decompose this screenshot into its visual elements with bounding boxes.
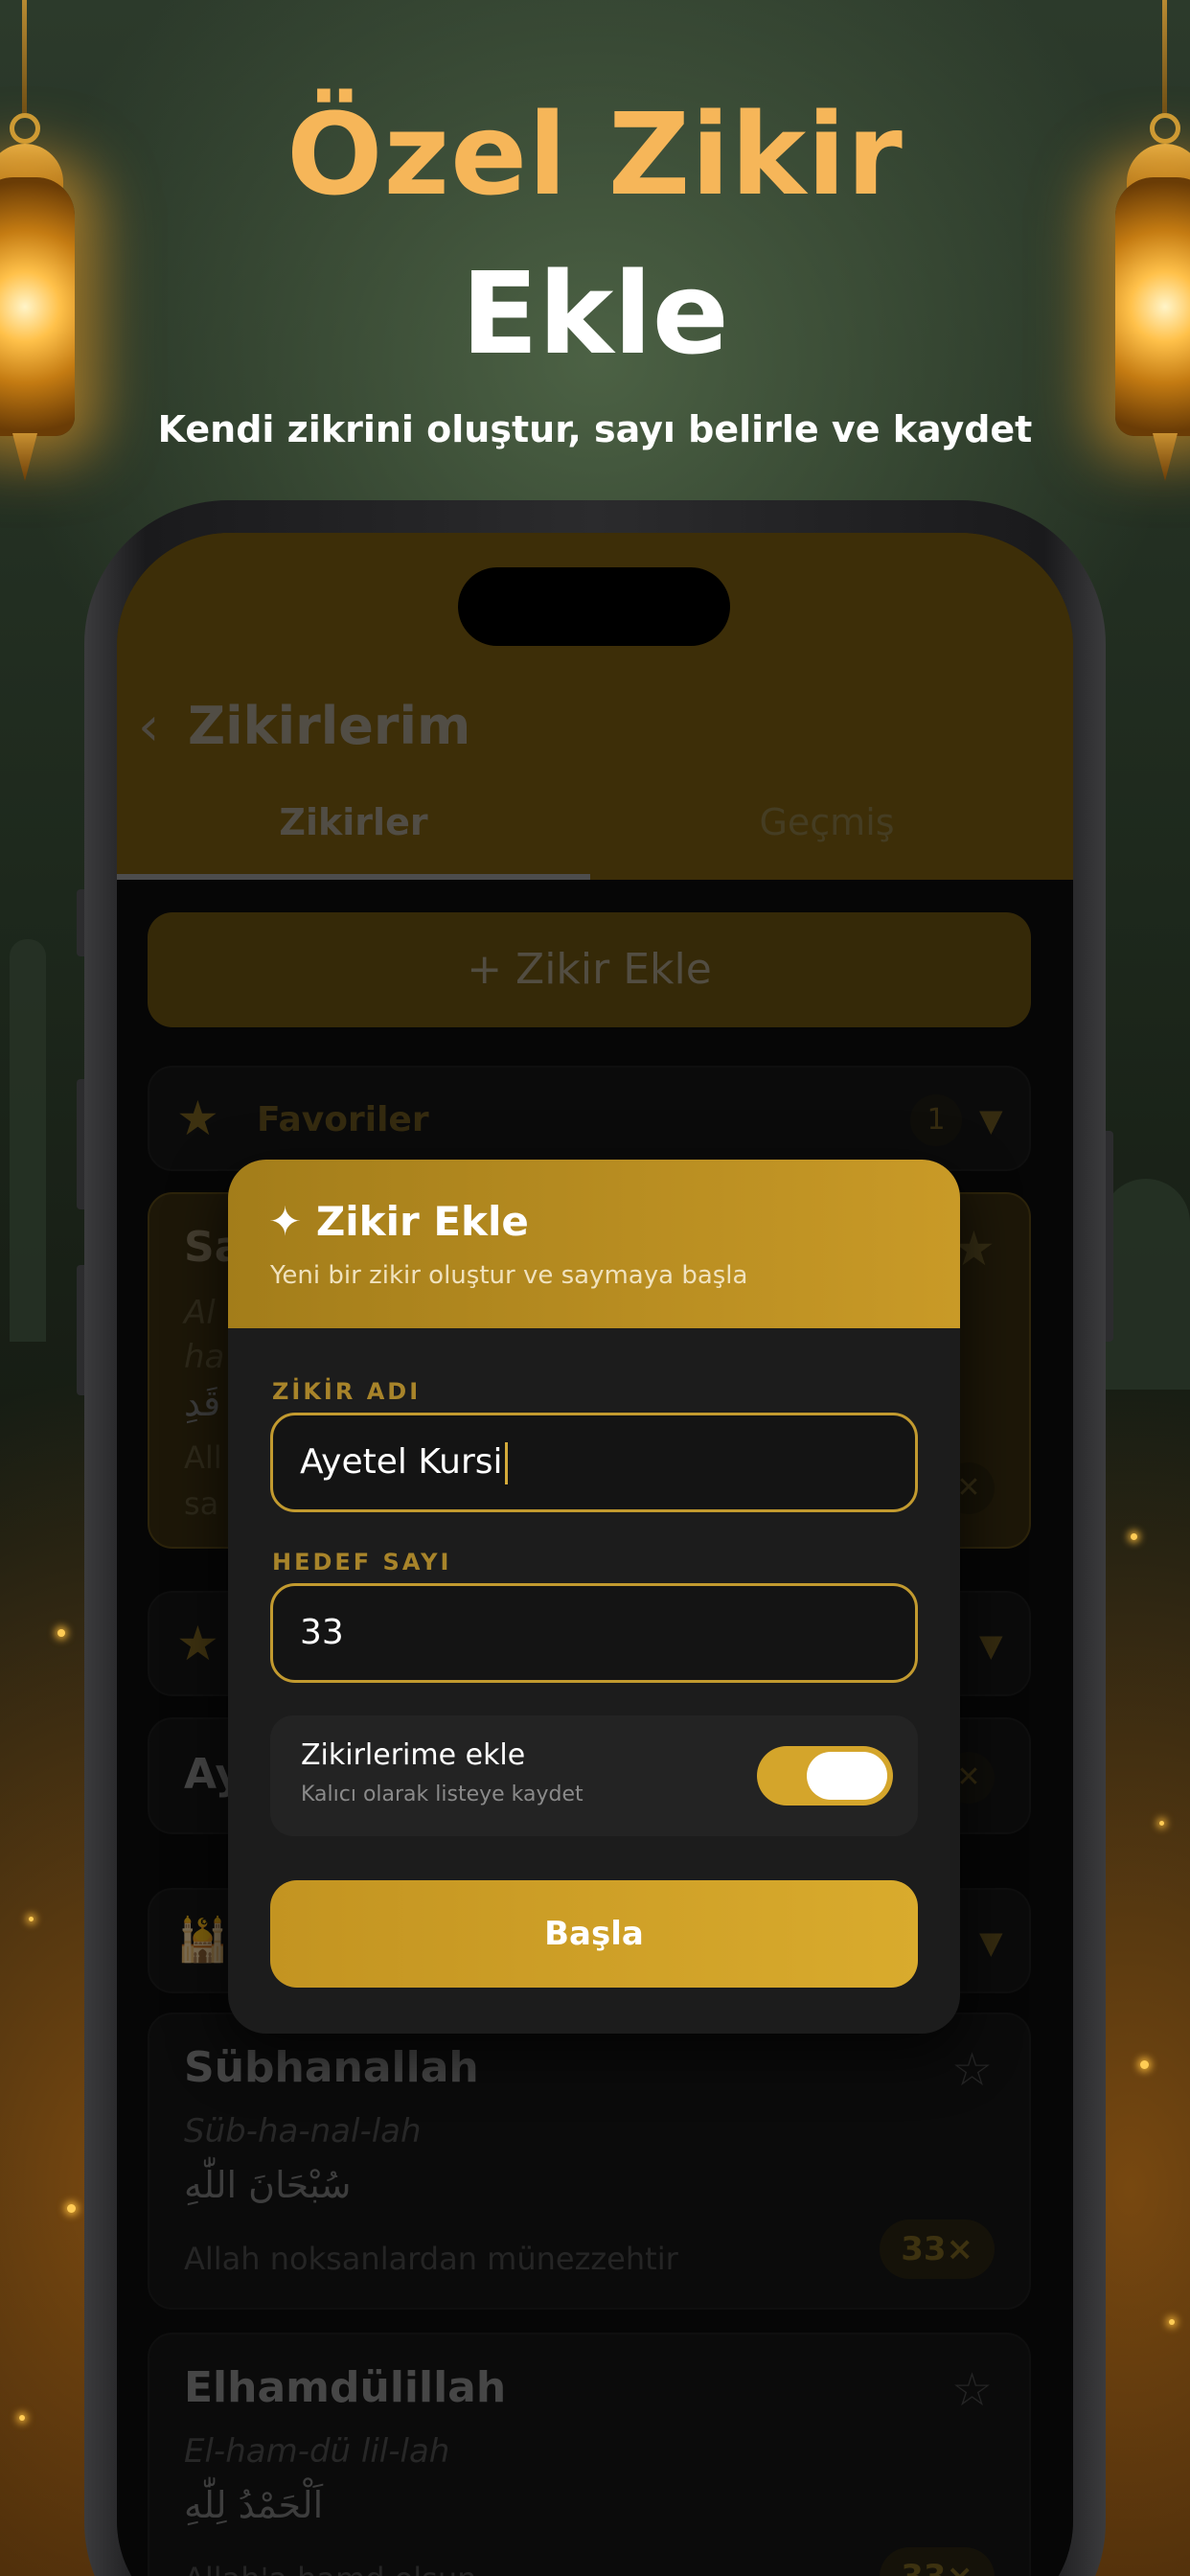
sparkle [29,1917,34,1921]
sparkle [1131,1533,1137,1540]
zikir-name-input[interactable]: Ayetel Kursi [270,1413,918,1512]
save-to-list-row: Zikirlerime ekle Kalıcı olarak listeye k… [270,1715,918,1836]
dynamic-island [458,567,730,646]
toggle-label: Zikirlerime ekle [301,1738,526,1772]
promo-title-line2: Ekle [461,247,729,380]
promo-subtitle: Kendi zikrini oluştur, sayı belirle ve k… [157,408,1033,450]
modal-subtitle: Yeni bir zikir oluştur ve saymaya başla [270,1261,748,1290]
target-count-value: 33 [300,1613,344,1652]
dome-silhouette [1102,1179,1190,1390]
name-field-label: ZİKİR ADI [272,1378,422,1405]
target-field-label: HEDEF SAYI [272,1549,452,1576]
start-button[interactable]: Başla [270,1880,918,1988]
sparkle [1140,2060,1149,2069]
zikir-name-value: Ayetel Kursi [300,1442,503,1482]
minaret-silhouette [10,939,46,1342]
modal-header: ✦ Zikir Ekle Yeni bir zikir oluştur ve s… [228,1160,960,1328]
toggle-knob [807,1752,887,1800]
sparkle [1159,1821,1164,1826]
sparkle [67,2204,76,2213]
promo-stage: Özel Zikir Ekle Kendi zikrini oluştur, s… [0,0,1190,2576]
save-to-list-toggle[interactable] [757,1746,893,1806]
sparkle [1169,2319,1175,2325]
sparkle [19,2415,25,2421]
promo-title-line1: Özel Zikir [286,88,904,220]
modal-title: ✦ Zikir Ekle [268,1198,529,1245]
text-cursor [504,1442,508,1484]
phone-frame: ‹ Zikirlerim Zikirler Geçmiş + Zikir Ekl… [84,500,1106,2576]
toggle-sublabel: Kalıcı olarak listeye kaydet [301,1782,584,1806]
add-zikir-modal: ✦ Zikir Ekle Yeni bir zikir oluştur ve s… [228,1160,960,2034]
target-count-input[interactable]: 33 [270,1583,918,1683]
sparkle [57,1629,65,1637]
phone-screen: ‹ Zikirlerim Zikirler Geçmiş + Zikir Ekl… [117,533,1073,2576]
